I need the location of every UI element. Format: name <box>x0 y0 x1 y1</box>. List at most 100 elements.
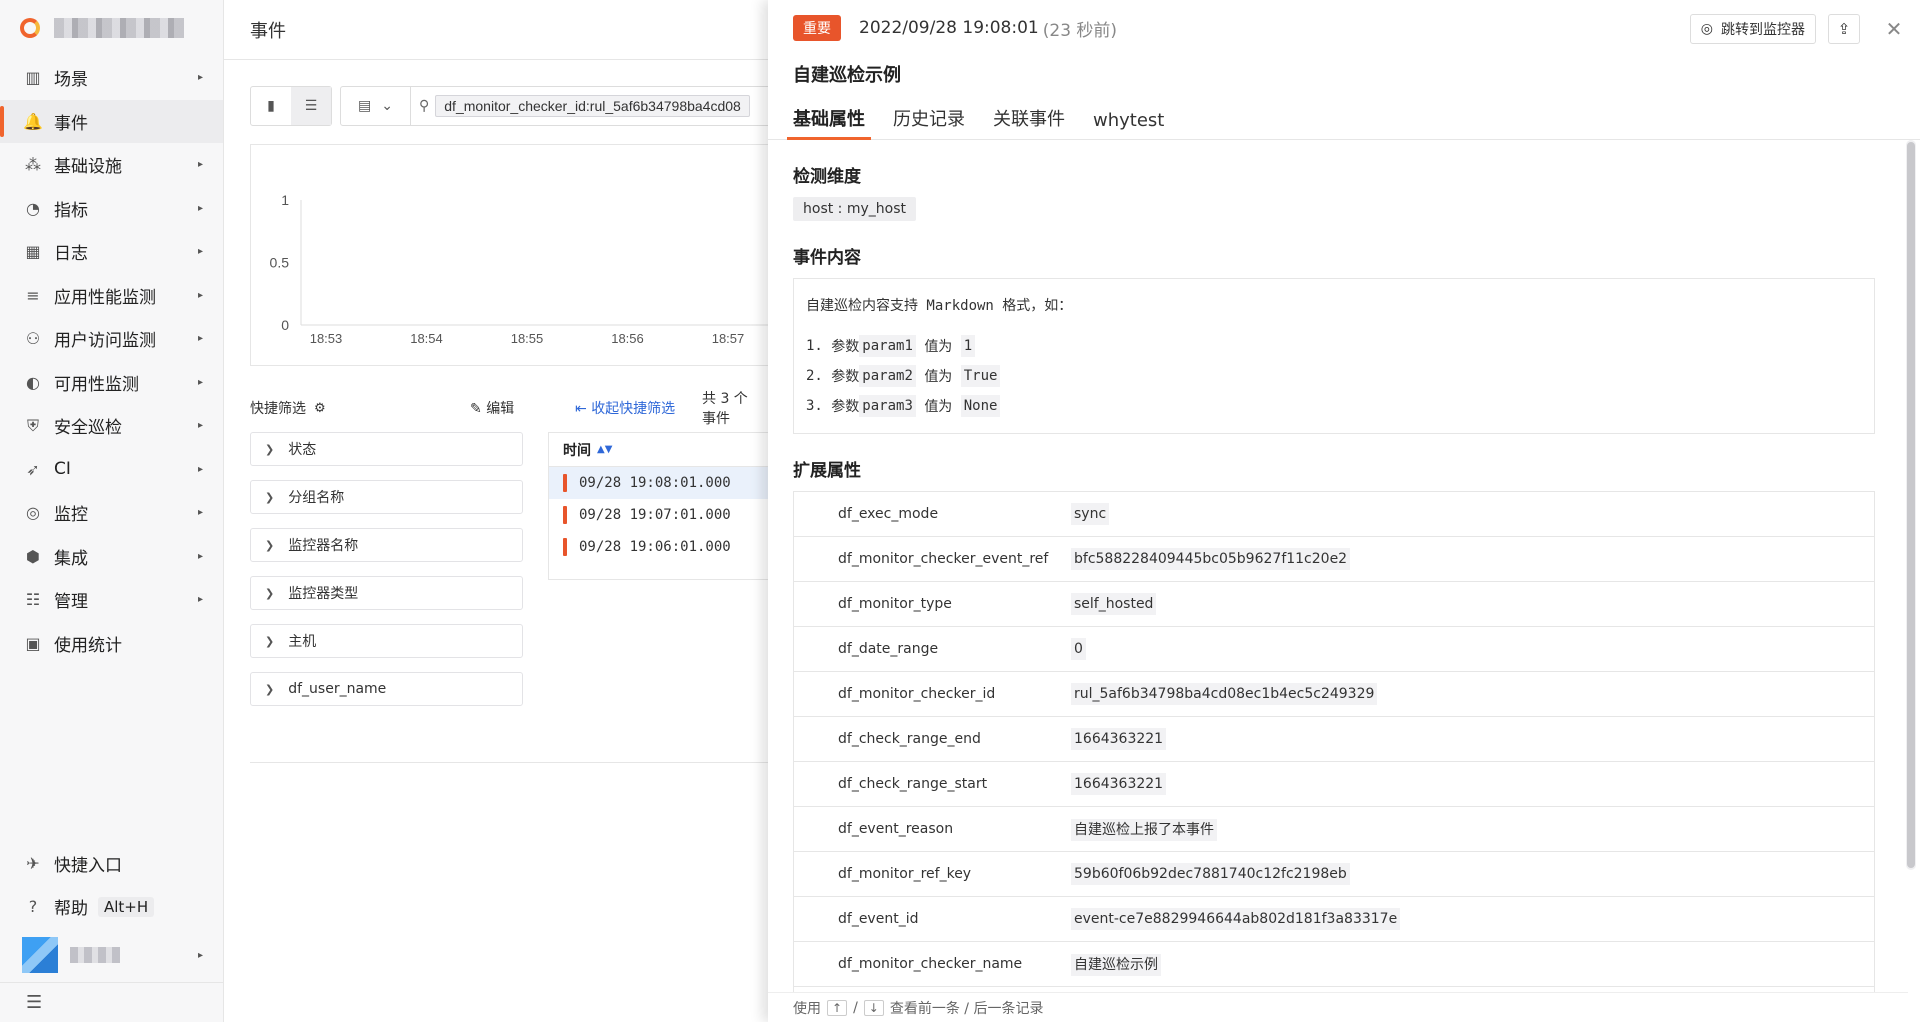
table-header-time[interactable]: 时间 ▲▼ <box>549 433 787 467</box>
tab-0[interactable]: 基础属性 <box>787 105 871 140</box>
sidebar-item-1[interactable]: 🔔 事件 <box>0 99 223 143</box>
metric-icon: ◔ <box>26 198 40 218</box>
ext-value[interactable]: rul_5af6b34798ba4cd08ec1b4ec5c249329 <box>1071 683 1378 705</box>
table-row: df_monitor_type self_hosted <box>794 582 1874 627</box>
sidebar-item-7[interactable]: ◐ 可用性监测 ▸ <box>0 361 223 405</box>
sidebar-item-6[interactable]: ⚇ 用户访问监测 ▸ <box>0 317 223 361</box>
collapse-sidebar-button[interactable]: ☰ <box>0 982 223 1022</box>
jump-to-monitor-button[interactable]: ◎ 跳转到监控器 <box>1689 14 1816 44</box>
list-item: 1. 参数 param1 值为 1 <box>806 331 1862 361</box>
filter-label: 监控器类型 <box>288 586 359 602</box>
ext-value[interactable]: event-ce7e8829946644ab802d181f3a83317e <box>1071 908 1401 930</box>
scrollbar-thumb[interactable] <box>1907 142 1915 868</box>
scrollbar[interactable] <box>1906 140 1916 870</box>
workspace-name[interactable] <box>54 18 184 38</box>
saved-query-select[interactable]: ▤ ⌄ <box>341 87 411 125</box>
logo[interactable] <box>20 18 40 38</box>
sidebar-item-5[interactable]: ≡ 应用性能监测 ▸ <box>0 274 223 318</box>
chevron-right-icon: ▸ <box>197 507 203 519</box>
main-panel: 事件 ▮ ☰ ▤ ⌄ ⚲ df_monitor_checker_id:rul_5… <box>224 0 790 1022</box>
chevron-right-icon: ❯ <box>265 586 275 600</box>
quick-entry[interactable]: ✈ 快捷入口 <box>0 842 223 885</box>
tab-2[interactable]: 关联事件 <box>993 105 1065 139</box>
table-row: df_monitor_checker_id rul_5af6b34798ba4cd… <box>794 672 1874 717</box>
sidebar-item-0[interactable]: ▥ 场景 ▸ <box>0 56 223 100</box>
filter-item[interactable]: ❯ 监控器名称 <box>250 528 523 562</box>
item-mid: 值为 <box>924 399 953 415</box>
monitor-icon: ◎ <box>26 503 40 523</box>
item-val: None <box>960 395 1001 417</box>
sidebar-item-label: 集成 <box>54 548 88 569</box>
ext-value[interactable]: self_hosted <box>1071 593 1157 615</box>
sidebar-item-11[interactable]: ⬢ 集成 ▸ <box>0 535 223 579</box>
ext-value[interactable]: sync <box>1071 503 1110 525</box>
filter-item[interactable]: ❯ 监控器类型 <box>250 576 523 610</box>
sidebar-item-3[interactable]: ◔ 指标 ▸ <box>0 187 223 231</box>
item-num: 1. <box>806 338 823 354</box>
export-icon: ⇪ <box>1837 20 1851 38</box>
export-button[interactable]: ⇪ <box>1828 14 1860 44</box>
severity-badge: 重要 <box>793 15 841 41</box>
sidebar-item-label: 应用性能监测 <box>54 287 156 308</box>
ext-value[interactable]: 自建巡检上报了本事件 <box>1071 819 1217 841</box>
dimension-heading: 检测维度 <box>793 167 861 187</box>
ext-key: df_monitor_checker_id <box>838 686 996 702</box>
table-row: df_exec_mode sync <box>794 492 1874 537</box>
nav-hint: 使用 ↑ / ↓ 查看前一条 / 后一条记录 <box>768 992 1908 1022</box>
item-val: True <box>960 365 1001 387</box>
ext-value[interactable]: 59b60f06b92dec7881740c12fc2198eb <box>1071 863 1350 885</box>
x-tick-label: 18:56 <box>611 331 644 346</box>
sidebar-item-12[interactable]: ☷ 管理 ▸ <box>0 578 223 622</box>
chevron-right-icon: ▸ <box>197 159 203 171</box>
ext-value[interactable]: 自建巡检示例 <box>1071 954 1161 976</box>
sidebar-item-label: 管理 <box>54 592 88 613</box>
sidebar-item-2[interactable]: ⁂ 基础设施 ▸ <box>0 143 223 187</box>
sort-icon[interactable]: ▲▼ <box>597 444 612 455</box>
sidebar-item-8[interactable]: ⛨ 安全巡检 ▸ <box>0 404 223 448</box>
filter-item[interactable]: ❯ 分组名称 <box>250 480 523 514</box>
gear-icon[interactable]: ⚙ <box>314 401 326 416</box>
edit-button[interactable]: ✎ 编辑 <box>470 398 514 418</box>
ext-value[interactable]: 0 <box>1071 638 1086 660</box>
sidebar-item-label: 日志 <box>54 244 88 265</box>
bar-chart-view-icon[interactable]: ▮ <box>251 87 291 125</box>
table-row[interactable]: 09/28 19:07:01.000 <box>549 499 787 531</box>
table-row[interactable]: 09/28 19:06:01.000 <box>549 531 787 563</box>
filter-item[interactable]: ❯ df_user_name <box>250 672 523 706</box>
ext-key: df_monitor_ref_key <box>838 866 972 882</box>
help[interactable]: ? 帮助 Alt+H <box>0 885 223 928</box>
event-count: 共 3 个事件 <box>702 391 748 427</box>
divider <box>250 762 770 763</box>
ext-value[interactable]: bfc588228409445bc05b9627f11c20e2 <box>1071 548 1351 570</box>
sidebar-item-9[interactable]: ➶ CI ▸ <box>0 448 223 492</box>
list-view-icon[interactable]: ☰ <box>291 87 331 125</box>
tab-3[interactable]: whytest <box>1093 110 1164 139</box>
close-icon[interactable]: ✕ <box>1880 14 1908 44</box>
search-filter-pill[interactable]: df_monitor_checker_id:rul_5af6b34798ba4c… <box>435 95 750 117</box>
user-menu[interactable]: ▸ <box>0 928 223 982</box>
ext-value-cell: event-ce7e8829946644ab802d181f3a83317e <box>1071 908 1401 930</box>
ext-value[interactable]: 1664363221 <box>1071 773 1167 795</box>
ext-value[interactable]: 1664363221 <box>1071 728 1167 750</box>
filter-item[interactable]: ❯ 主机 <box>250 624 523 658</box>
collapse-quick-filter-button[interactable]: ⇤ 收起快捷筛选 <box>575 398 675 418</box>
sidebar-item-4[interactable]: ▦ 日志 ▸ <box>0 230 223 274</box>
filter-item[interactable]: ❯ 状态 <box>250 432 523 466</box>
sidebar-item-13[interactable]: ▣ 使用统计 <box>0 622 223 666</box>
up-key: ↑ <box>827 999 848 1016</box>
event-detail-drawer: 重要 2022/09/28 19:08:01 (23 秒前) ◎ 跳转到监控器 … <box>768 0 1920 1022</box>
drawer-content: 检测维度 host : my_host 事件内容 自建巡检内容支持 Markdo… <box>768 140 1888 992</box>
search-icon: ⚲ <box>419 98 430 114</box>
sidebar-item-label: 事件 <box>54 113 88 134</box>
item-num: 2. <box>806 368 823 384</box>
tab-1[interactable]: 历史记录 <box>893 105 965 139</box>
sidebar-item-10[interactable]: ◎ 监控 ▸ <box>0 491 223 535</box>
event-time-cell: 09/28 19:06:01.000 <box>579 539 731 555</box>
table-row[interactable]: 09/28 19:08:01.000 <box>549 467 787 499</box>
document-icon: ▤ <box>358 98 372 114</box>
ext-value-cell: rul_5af6b34798ba4cd08ec1b4ec5c249329 <box>1071 683 1378 705</box>
event-time-cell: 09/28 19:08:01.000 <box>579 475 731 491</box>
pencil-icon: ✎ <box>470 401 487 417</box>
monitor-icon: ◎ <box>1700 21 1713 37</box>
event-time-cell: 09/28 19:07:01.000 <box>579 507 731 523</box>
